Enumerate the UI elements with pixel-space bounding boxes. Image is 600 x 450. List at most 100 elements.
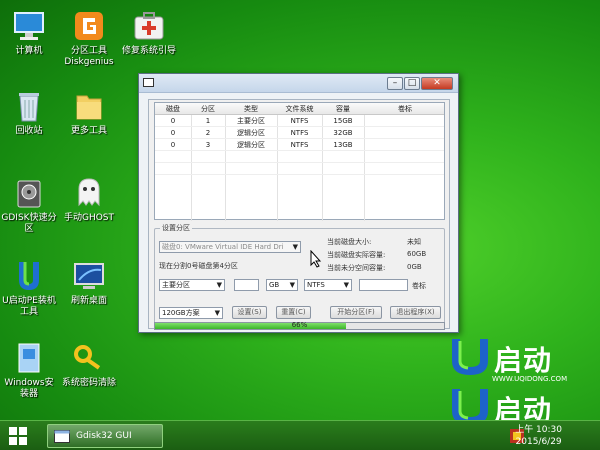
table-row-empty xyxy=(155,151,444,163)
status-text: 现在分割0号磁盘第4分区 xyxy=(159,262,238,270)
desktop-icon-diskgenius[interactable]: 分区工具 Diskgenius xyxy=(60,8,118,68)
progress-text: 66% xyxy=(291,321,308,329)
desktop-icon-more-tools[interactable]: 更多工具 xyxy=(60,88,118,137)
refresh-desktop-icon xyxy=(71,258,107,294)
start-button[interactable] xyxy=(8,426,28,446)
volume-label-input[interactable] xyxy=(359,279,408,291)
desktop-icon-label: 系统密码清除 xyxy=(61,378,116,388)
u-logo-icon xyxy=(11,258,47,294)
window-client-area: 磁盘 分区 类型 文件系统 容量 卷标 0 1 主要分区 NTFS 15GB 0… xyxy=(148,99,450,330)
start-partition-button[interactable]: 开始分区(F) xyxy=(330,306,382,319)
table-cell: 2 xyxy=(205,129,211,137)
table-row[interactable]: 0 3 逻辑分区 NTFS 13GB xyxy=(155,139,444,151)
filesystem-value: NTFS xyxy=(307,281,325,289)
table-cell: 15GB xyxy=(333,117,353,125)
logo-text: 启动 xyxy=(494,344,553,377)
gdisk-window: – □ ✕ 磁盘 分区 类型 文件系统 容量 卷标 0 1 主要分区 NTFS xyxy=(138,73,459,333)
column-header[interactable]: 卷标 xyxy=(364,103,446,115)
table-cell: 3 xyxy=(205,141,211,149)
column-header[interactable]: 容量 xyxy=(322,103,364,115)
table-cell: 0 xyxy=(170,141,176,149)
table-header: 磁盘 分区 类型 文件系统 容量 卷标 xyxy=(155,103,444,115)
system-clock[interactable]: 上午 10:30 2015/6/29 xyxy=(515,424,562,448)
table-row-empty xyxy=(155,163,444,175)
table-cell: NTFS xyxy=(290,129,309,137)
partition-type-select[interactable]: 主要分区 ▼ xyxy=(159,279,225,291)
taskbar: Gdisk32 GUI 上午 10:30 2015/6/29 xyxy=(0,420,600,450)
table-cell: 1 xyxy=(205,117,211,125)
table-cell: NTFS xyxy=(290,117,309,125)
unit-value: GB xyxy=(269,281,280,289)
window-titlebar[interactable]: – □ ✕ xyxy=(139,74,458,93)
minimize-button[interactable]: – xyxy=(387,77,403,90)
desktop-icon-pe-installer[interactable]: U启动PE装机 工具 xyxy=(0,258,58,318)
table-cell: 逻辑分区 xyxy=(237,129,265,137)
column-header[interactable]: 文件系统 xyxy=(277,103,322,115)
desktop-icon-ghost[interactable]: 手动GHOST xyxy=(60,175,118,224)
gdisk-icon xyxy=(11,175,47,211)
chevron-down-icon: ▼ xyxy=(216,281,222,289)
desktop-icon-label: U启动PE装机 工具 xyxy=(2,296,56,317)
filesystem-select[interactable]: NTFS ▼ xyxy=(304,279,352,291)
partition-type-value: 主要分区 xyxy=(162,281,190,289)
unit-select[interactable]: GB ▼ xyxy=(266,279,298,291)
free-space-label: 当前未分空间容量: xyxy=(327,264,386,272)
disk-capacity-label: 当前磁盘实际容量: xyxy=(327,251,386,259)
desktop-icon-recycle-bin[interactable]: 回收站 xyxy=(0,88,58,137)
installer-box-icon xyxy=(11,340,47,376)
windows-logo-icon xyxy=(9,427,27,445)
folder-icon xyxy=(71,88,107,124)
chevron-down-icon: ▼ xyxy=(343,281,349,289)
clock-date: 2015/6/29 xyxy=(515,437,562,447)
desktop-icon-label: 刷新桌面 xyxy=(70,296,107,306)
set-button[interactable]: 设置(S) xyxy=(232,306,267,319)
ghost-icon xyxy=(71,175,107,211)
disk-size-label: 当前磁盘大小: xyxy=(327,238,372,246)
desktop-icon-computer[interactable]: 计算机 xyxy=(0,8,58,57)
window-app-icon xyxy=(54,430,70,443)
volume-label-text: 卷标 xyxy=(412,282,426,290)
taskbar-item-gdisk[interactable]: Gdisk32 GUI xyxy=(47,424,163,448)
partition-size-input[interactable] xyxy=(234,279,259,291)
chevron-down-icon: ▼ xyxy=(289,281,295,289)
exit-program-button[interactable]: 退出程序(X) xyxy=(390,306,441,319)
disk-size-value: 未知 xyxy=(407,238,421,246)
chevron-down-icon: ▼ xyxy=(214,309,220,317)
chevron-down-icon: ▼ xyxy=(292,243,298,251)
desktop-icon-label: 计算机 xyxy=(15,46,43,56)
scheme-select[interactable]: 120GB方案 ▼ xyxy=(159,307,223,319)
table-row[interactable]: 0 1 主要分区 NTFS 15GB xyxy=(155,115,444,127)
desktop-icon-password-clear[interactable]: 系统密码清除 xyxy=(60,340,118,389)
desktop-icon-label: 修复系统引导 xyxy=(121,46,176,56)
desktop-icon-label: 分区工具 Diskgenius xyxy=(64,46,114,67)
desktop-icon-windows-installer[interactable]: Windows安 装器 xyxy=(0,340,58,400)
desktop-icon-refresh-desktop[interactable]: 刷新桌面 xyxy=(60,258,118,307)
column-header[interactable]: 类型 xyxy=(225,103,277,115)
reset-button[interactable]: 重置(C) xyxy=(276,306,311,319)
desktop-icon-label: 回收站 xyxy=(15,126,43,136)
table-cell: 0 xyxy=(170,129,176,137)
recycle-bin-icon xyxy=(11,88,47,124)
column-header[interactable]: 分区 xyxy=(191,103,225,115)
partition-table: 磁盘 分区 类型 文件系统 容量 卷标 0 1 主要分区 NTFS 15GB 0… xyxy=(154,102,445,221)
logo-url: WWW.UQIDONG.COM xyxy=(492,375,568,383)
diskgenius-icon xyxy=(71,8,107,44)
table-cell: NTFS xyxy=(290,141,309,149)
mouse-cursor-icon xyxy=(310,250,322,268)
desktop-icon-label: 更多工具 xyxy=(70,126,107,136)
disk-select[interactable]: 磁盘0: VMware Virtual IDE Hard Dri ▼ xyxy=(159,241,301,253)
desktop-icon-label: 手动GHOST xyxy=(63,213,115,223)
group-title: 设置分区 xyxy=(160,223,192,233)
maximize-button[interactable]: □ xyxy=(404,77,420,90)
desktop-icon-gdisk[interactable]: GDISK快速分 区 xyxy=(0,175,58,235)
free-space-value: 0GB xyxy=(407,263,422,271)
first-aid-kit-icon xyxy=(131,8,167,44)
partition-settings-group: 设置分区 磁盘0: VMware Virtual IDE Hard Dri ▼ … xyxy=(154,223,445,324)
column-header[interactable]: 磁盘 xyxy=(155,103,191,115)
table-row[interactable]: 0 2 逻辑分区 NTFS 32GB xyxy=(155,127,444,139)
close-button[interactable]: ✕ xyxy=(421,77,453,90)
desktop-icon-boot-repair[interactable]: 修复系统引导 xyxy=(120,8,178,57)
disk-capacity-value: 60GB xyxy=(407,250,427,258)
disk-select-value: 磁盘0: VMware Virtual IDE Hard Dri xyxy=(162,243,284,251)
key-icon xyxy=(71,340,107,376)
